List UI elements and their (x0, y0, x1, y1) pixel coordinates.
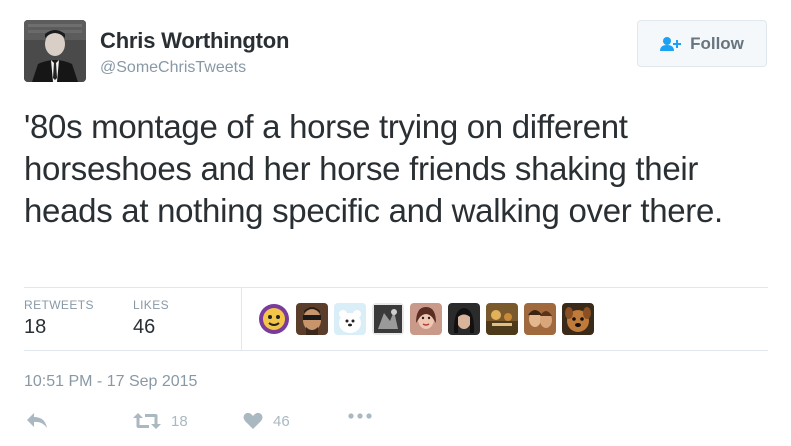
user-handle[interactable]: @SomeChrisTweets (100, 59, 246, 77)
liker-avatar[interactable] (448, 303, 480, 335)
liker-avatar[interactable] (296, 303, 328, 335)
retweets-count: 18 (24, 316, 47, 338)
stats-separator (241, 287, 242, 350)
liker-avatar[interactable] (334, 303, 366, 335)
liker-avatar[interactable] (524, 303, 556, 335)
liker-avatar[interactable] (562, 303, 594, 335)
follow-button-label: Follow (690, 33, 744, 53)
retweets-label: RETWEETS (24, 298, 94, 312)
avatar[interactable] (24, 20, 86, 82)
liker-avatar[interactable] (372, 303, 404, 335)
liker-avatar[interactable] (410, 303, 442, 335)
like-button[interactable]: 46 (243, 412, 290, 430)
retweet-icon (133, 412, 161, 430)
more-button[interactable] (348, 412, 372, 420)
tweet-text: '80s montage of a horse trying on differ… (24, 108, 723, 229)
reply-icon (26, 412, 48, 430)
more-dots-icon (348, 412, 372, 420)
retweets-stat[interactable]: RETWEETS 18 (24, 298, 94, 339)
divider-bottom (24, 350, 768, 351)
liker-avatar[interactable] (486, 303, 518, 335)
follow-button[interactable]: Follow (637, 20, 767, 67)
heart-icon (243, 412, 263, 430)
likes-label: LIKES (133, 298, 170, 312)
retweet-button[interactable]: 18 (133, 412, 188, 430)
divider-top (24, 287, 768, 288)
liker-avatars (258, 303, 594, 335)
reply-button[interactable] (26, 412, 48, 430)
tweet-card: Chris Worthington @SomeChrisTweets Follo… (0, 0, 791, 446)
tweet-timestamp[interactable]: 10:51 PM - 17 Sep 2015 (24, 373, 197, 391)
user-display-name[interactable]: Chris Worthington (100, 28, 289, 54)
like-count: 46 (273, 412, 290, 430)
follow-user-plus-icon (660, 36, 682, 52)
likes-count: 46 (133, 316, 156, 338)
likes-stat[interactable]: LIKES 46 (133, 298, 169, 339)
retweet-count: 18 (171, 412, 188, 430)
liker-avatar[interactable] (258, 303, 290, 335)
